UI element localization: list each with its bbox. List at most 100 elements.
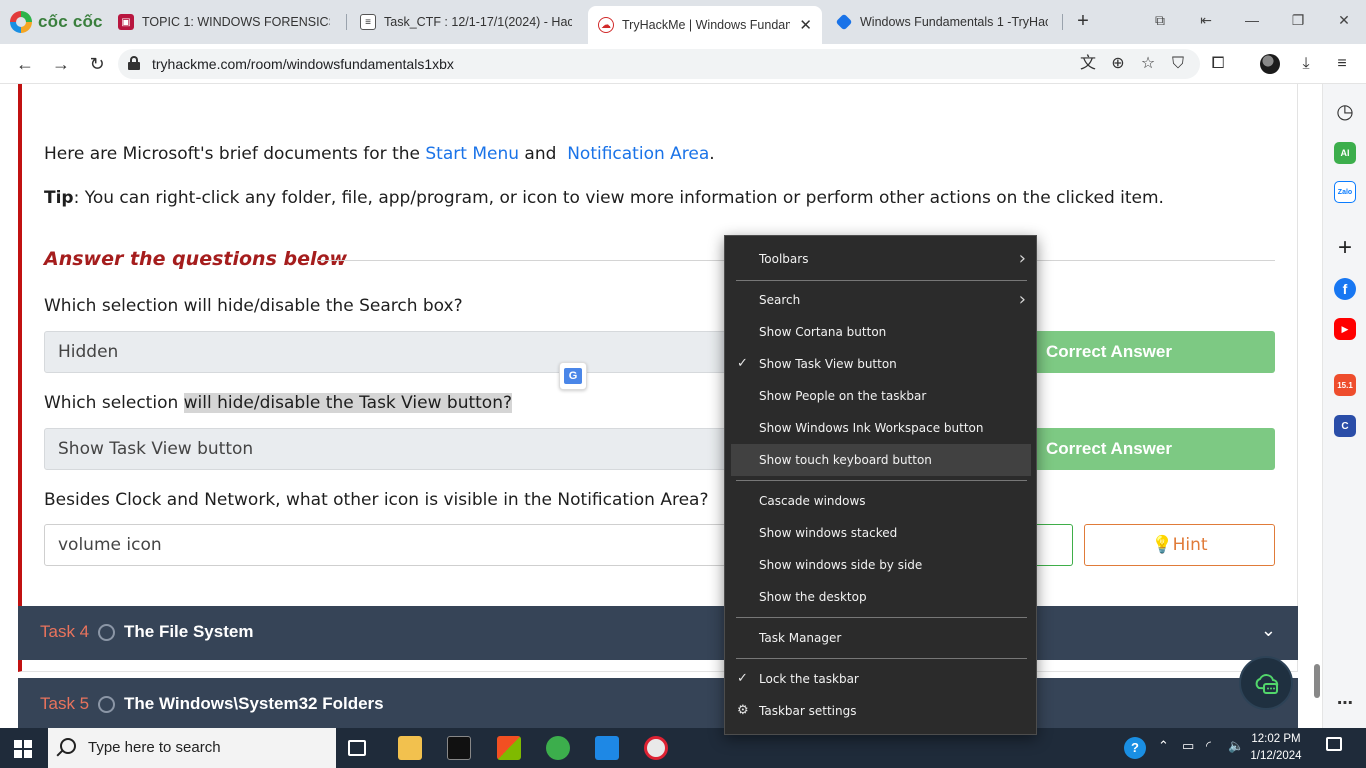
zalo-icon[interactable]: Zalo bbox=[1334, 181, 1356, 203]
volume-icon[interactable]: 🔈 bbox=[1228, 738, 1244, 754]
browser-tab-strip: cốc cốc ▣ TOPIC 1: WINDOWS FORENSICS + L… bbox=[0, 0, 1366, 44]
notification-area-link[interactable]: Notification Area bbox=[567, 144, 709, 164]
tab-separator bbox=[1062, 14, 1063, 30]
facebook-icon[interactable]: f bbox=[1334, 278, 1356, 300]
start-menu-link[interactable]: Start Menu bbox=[425, 144, 519, 164]
tab-hackmd[interactable]: ≡ Task_CTF : 12/1-17/1(2024) - HackMD bbox=[350, 6, 582, 38]
help-icon[interactable]: ? bbox=[1124, 737, 1146, 759]
tab-title: TOPIC 1: WINDOWS FORENSICS + LI bbox=[142, 15, 330, 29]
new-tab-button[interactable]: + bbox=[1072, 11, 1094, 33]
tab-topic1[interactable]: ▣ TOPIC 1: WINDOWS FORENSICS + LI bbox=[108, 6, 340, 38]
url-text[interactable]: tryhackme.com/room/windowsfundamentals1x… bbox=[152, 56, 454, 72]
microsoft-store-icon[interactable] bbox=[497, 736, 521, 760]
file-explorer-icon[interactable] bbox=[398, 736, 422, 760]
translate-icon[interactable]: 文 bbox=[1078, 54, 1098, 74]
snipping-tool-icon[interactable] bbox=[644, 736, 668, 760]
menu-item-search[interactable]: Search › bbox=[725, 284, 1036, 316]
task-view-icon[interactable] bbox=[348, 740, 366, 756]
menu-item-task-manager[interactable]: Task Manager bbox=[725, 622, 1036, 654]
task-number: Task 5 bbox=[40, 694, 90, 713]
menu-item-show-cortana[interactable]: Show Cortana button bbox=[725, 316, 1036, 348]
selected-text: will hide/disable the Task View button? bbox=[183, 393, 513, 413]
system-clock[interactable]: 12:02 PM 1/12/2024 bbox=[1246, 731, 1306, 765]
shopee-icon[interactable]: 15.1 bbox=[1334, 374, 1356, 396]
notification-center-icon[interactable] bbox=[1326, 737, 1342, 751]
terminal-icon[interactable] bbox=[447, 736, 471, 760]
menu-item-show-ink-workspace[interactable]: Show Windows Ink Workspace button bbox=[725, 412, 1036, 444]
wifi-icon[interactable]: ◜ bbox=[1206, 738, 1211, 754]
hint-button[interactable]: 💡Hint bbox=[1084, 524, 1275, 566]
google-translate-icon[interactable]: G bbox=[559, 362, 587, 390]
chat-cloud-icon bbox=[1255, 674, 1279, 694]
screen-capture-icon[interactable]: ⧉ bbox=[1150, 12, 1170, 29]
more-icon[interactable]: ⋯ bbox=[1334, 692, 1356, 714]
chat-support-button[interactable] bbox=[1239, 656, 1293, 710]
menu-item-cascade-windows[interactable]: Cascade windows bbox=[725, 485, 1036, 517]
docs-text: Here are Microsoft's brief documents for… bbox=[44, 144, 426, 164]
reload-icon[interactable]: ↻ bbox=[86, 53, 108, 75]
forward-arrow-icon[interactable]: → bbox=[50, 53, 72, 75]
profile-avatar[interactable] bbox=[1260, 54, 1280, 74]
lock-icon[interactable] bbox=[128, 56, 140, 70]
menu-hamburger-icon[interactable]: ≡ bbox=[1332, 54, 1352, 74]
menu-item-show-desktop[interactable]: Show the desktop bbox=[725, 581, 1036, 613]
tab-title: TryHackMe | Windows Fundamentals bbox=[622, 18, 790, 32]
diamond-favicon-icon bbox=[835, 13, 853, 31]
menu-item-label: Toolbars bbox=[759, 252, 809, 266]
ai-icon[interactable]: AI bbox=[1334, 142, 1356, 164]
add-icon[interactable]: + bbox=[1334, 234, 1356, 261]
menu-item-windows-stacked[interactable]: Show windows stacked bbox=[725, 517, 1036, 549]
correct-answer-button-1[interactable]: Correct Answer bbox=[1000, 331, 1275, 373]
chevron-down-icon[interactable]: ⌄ bbox=[1261, 620, 1276, 641]
browser-logo[interactable]: cốc cốc bbox=[10, 10, 103, 34]
battery-icon[interactable]: ▭ bbox=[1182, 738, 1194, 754]
download-icon[interactable]: ⤓ bbox=[1296, 54, 1316, 74]
tab-windows-fundamentals[interactable]: Windows Fundamentals 1 -TryHackMe bbox=[826, 6, 1058, 38]
answer-field-1[interactable]: Hidden bbox=[44, 331, 744, 373]
menu-item-toolbars[interactable]: Toolbars › bbox=[725, 243, 1036, 275]
tip-paragraph: Tip: You can right-click any folder, fil… bbox=[44, 188, 1164, 208]
menu-item-lock-taskbar[interactable]: ✓ Lock the taskbar bbox=[725, 663, 1036, 695]
lightbulb-icon: 💡 bbox=[1151, 535, 1173, 555]
zoom-icon[interactable]: ⊕ bbox=[1108, 54, 1128, 74]
menu-item-label: Lock the taskbar bbox=[759, 672, 859, 686]
task-number: Task 4 bbox=[40, 622, 90, 641]
tab-tryhackme-active[interactable]: ☁ TryHackMe | Windows Fundamentals ✕ bbox=[588, 6, 822, 44]
taskbar-search-box[interactable]: Type here to search bbox=[48, 728, 336, 768]
extensions-puzzle-icon[interactable]: ⧠ bbox=[1208, 54, 1228, 74]
minimize-icon[interactable]: — bbox=[1242, 12, 1262, 28]
back-arrow-icon[interactable]: ← bbox=[14, 53, 36, 75]
menu-item-show-touch-keyboard[interactable]: Show touch keyboard button bbox=[731, 444, 1031, 476]
coccoc-browser-icon[interactable] bbox=[546, 736, 570, 760]
question-text: Which selection bbox=[44, 393, 184, 413]
menu-item-show-task-view[interactable]: ✓ Show Task View button bbox=[725, 348, 1036, 380]
correct-answer-button-2[interactable]: Correct Answer bbox=[1000, 428, 1275, 470]
bookmark-star-icon[interactable]: ☆ bbox=[1138, 54, 1158, 74]
answer-field-3[interactable]: volume icon bbox=[44, 524, 744, 566]
coccoc-app-icon[interactable]: C bbox=[1334, 415, 1356, 437]
chevron-up-icon[interactable]: ⌃ bbox=[1158, 738, 1169, 754]
task-status-circle-icon bbox=[98, 624, 115, 641]
shield-icon[interactable]: ⛉ bbox=[1168, 54, 1188, 74]
task-card bbox=[18, 84, 1298, 672]
vscode-icon[interactable] bbox=[595, 736, 619, 760]
tab-separator bbox=[346, 14, 347, 30]
menu-separator bbox=[736, 480, 1027, 481]
menu-item-taskbar-settings[interactable]: ⚙ Taskbar settings bbox=[725, 695, 1036, 727]
restore-icon[interactable]: ❐ bbox=[1288, 12, 1308, 29]
menu-item-side-by-side[interactable]: Show windows side by side bbox=[725, 549, 1036, 581]
task-5-header[interactable]: Task 5 The Windows\System32 Folders ⌄ bbox=[18, 678, 1298, 728]
close-icon[interactable]: ✕ bbox=[799, 16, 812, 34]
answer-field-2[interactable]: Show Task View button bbox=[44, 428, 744, 470]
clock-time: 12:02 PM bbox=[1251, 733, 1301, 745]
windows-start-icon[interactable] bbox=[14, 740, 32, 758]
youtube-icon[interactable]: ▶ bbox=[1334, 318, 1356, 340]
tab-search-icon[interactable]: ⇤ bbox=[1196, 12, 1216, 29]
tab-title: Task_CTF : 12/1-17/1(2024) - HackMD bbox=[384, 15, 572, 29]
history-icon[interactable]: ◷ bbox=[1334, 100, 1356, 123]
scrollbar-thumb[interactable] bbox=[1314, 664, 1320, 698]
gear-icon: ⚙ bbox=[737, 703, 749, 718]
menu-item-show-people[interactable]: Show People on the taskbar bbox=[725, 380, 1036, 412]
task-4-header[interactable]: Task 4 The File System ⌄ bbox=[18, 606, 1298, 660]
window-close-icon[interactable]: ✕ bbox=[1334, 12, 1354, 29]
